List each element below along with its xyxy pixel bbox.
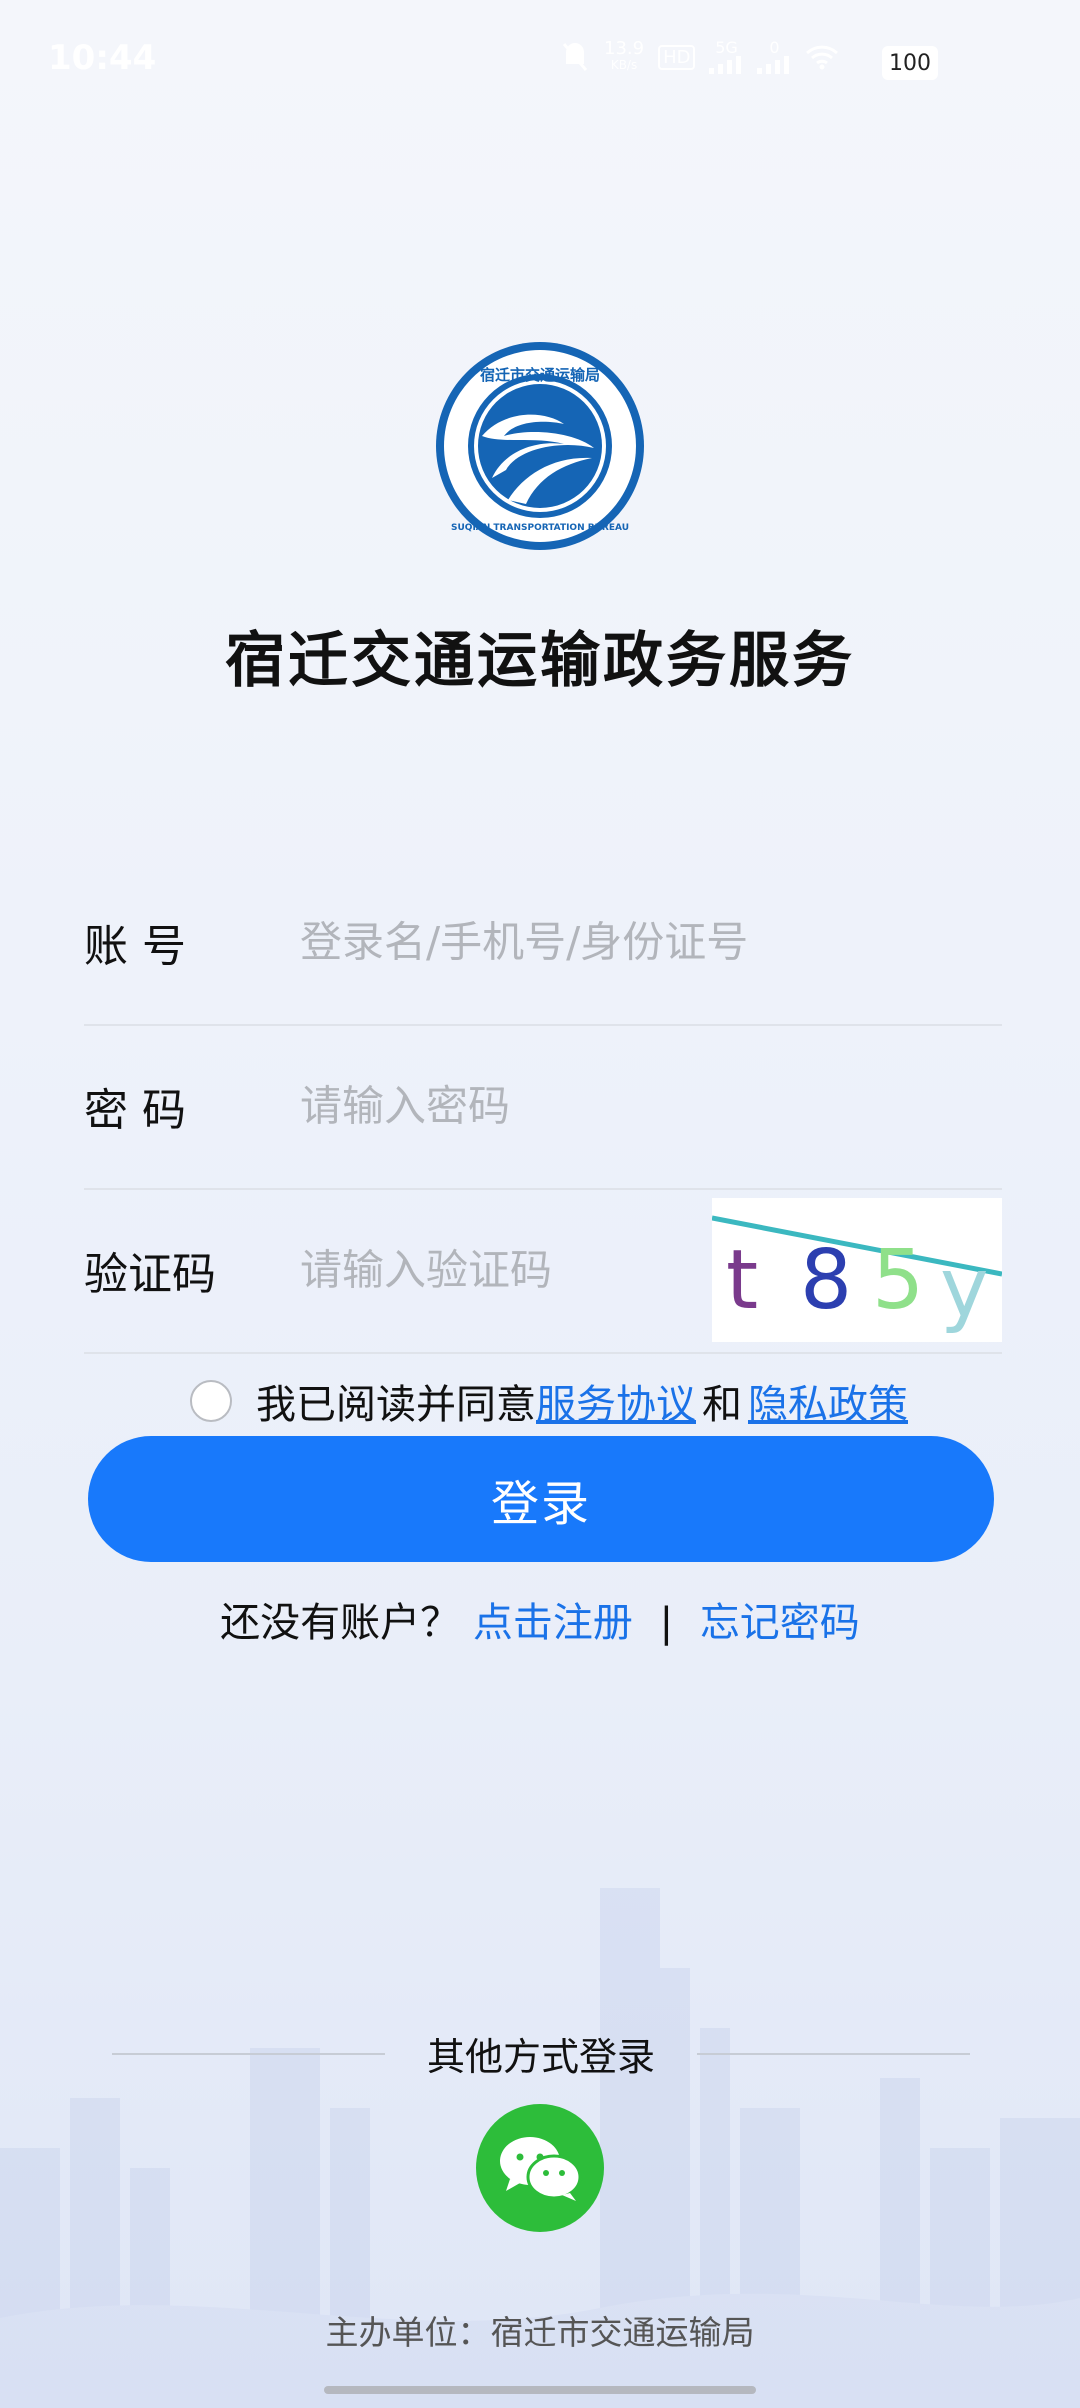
wechat-login-button[interactable] (476, 2104, 604, 2232)
account-label: 账 号 (84, 921, 186, 972)
password-label: 密 码 (84, 1085, 186, 1136)
footer-host: 主办单位：宿迁市交通运输局 (325, 2313, 755, 2352)
captcha-input[interactable] (298, 1244, 682, 1296)
captcha-char-1: t (726, 1233, 758, 1328)
other-login-title: 其他方式登录 (427, 2035, 656, 2079)
signal-2-icon: 0 (757, 40, 791, 74)
captcha-image[interactable]: t 8 5 y (712, 1198, 1002, 1342)
privacy-policy-link[interactable]: 隐私政策 (748, 1372, 908, 1430)
logo-text-bottom: SUQIAN TRANSPORTATION BUREAU (451, 523, 629, 533)
home-indicator[interactable] (324, 2386, 756, 2394)
service-agreement-link[interactable]: 服务协议 (536, 1372, 696, 1430)
other-login-divider: 其他方式登录 (112, 2026, 971, 2081)
status-time: 10:44 (48, 38, 157, 78)
wechat-icon (500, 2137, 582, 2201)
captcha-row: 验证码 t 8 5 y (84, 1188, 1002, 1354)
divider-right (697, 2052, 971, 2055)
password-row: 密 码 (84, 1024, 1002, 1190)
register-row: 还没有账户？ 点击注册 | 忘记密码 (0, 1590, 1080, 1648)
logo-text-top: 宿迁市交通运输局 (480, 366, 600, 384)
wifi-icon (805, 44, 839, 70)
net-speed-unit: KB/s (610, 58, 638, 72)
mute-icon (560, 40, 590, 74)
login-button[interactable]: 登录 (88, 1436, 994, 1562)
bureau-logo: 宿迁市交通运输局 SUQIAN TRANSPORTATION BUREAU (436, 342, 644, 550)
app-title: 宿迁交通运输政务服务 (225, 626, 855, 696)
divider-left (112, 2052, 385, 2055)
signal-2-label: 0 (769, 38, 780, 57)
register-link[interactable]: 点击注册 (473, 1600, 633, 1646)
register-prompt: 还没有账户？ (220, 1600, 461, 1646)
forgot-password-link[interactable]: 忘记密码 (700, 1600, 860, 1646)
signal-5g-icon: 5G (709, 40, 743, 74)
captcha-char-4: y (940, 1241, 989, 1336)
agreement-prefix: 我已阅读并同意 (256, 1382, 536, 1428)
signal-5g-label: 5G (715, 38, 738, 57)
net-speed-indicator: 13.9 KB/s (604, 38, 645, 73)
captcha-char-3: 5 (872, 1233, 924, 1328)
captcha-char-2: 8 (800, 1233, 852, 1328)
register-separator: | (659, 1600, 674, 1646)
account-row: 账 号 (84, 860, 1002, 1026)
password-input[interactable] (298, 1080, 802, 1132)
status-icons: 13.9 KB/s HD 5G 0 (560, 40, 839, 74)
status-bar: 10:44 13.9 KB/s HD 5G 0 100 (0, 0, 1080, 130)
agreement-radio[interactable] (190, 1380, 232, 1422)
battery-indicator: 100 (882, 46, 938, 80)
agreement-and: 和 (702, 1382, 742, 1428)
captcha-label: 验证码 (84, 1249, 216, 1300)
account-input[interactable] (298, 916, 802, 968)
hd-icon: HD (658, 44, 696, 70)
agreement-row: 我已阅读并同意 服务协议 和 隐私政策 (190, 1372, 908, 1430)
net-speed-value: 13.9 (604, 38, 645, 59)
